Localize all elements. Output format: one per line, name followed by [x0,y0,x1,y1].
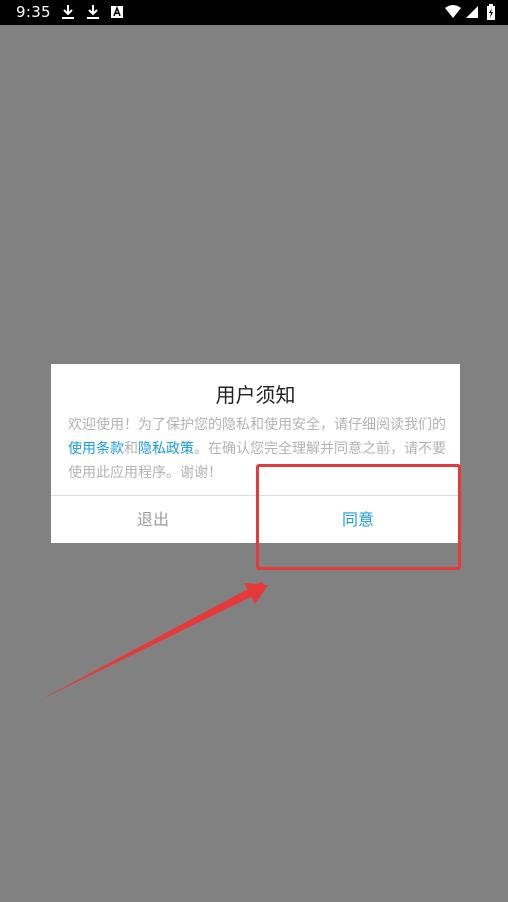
privacy-policy-link[interactable]: 隐私政策 [138,441,194,457]
exit-button[interactable]: 退出 [51,496,255,543]
wifi-icon [445,5,461,18]
battery-icon [487,4,495,20]
status-time: 9:35 [16,3,51,21]
font-a-icon [111,5,123,18]
message-text: 欢迎使用！为了保护您的隐私和使用安全，请仔细阅读我们的 [68,417,446,433]
download-icon [87,5,99,19]
status-bar: 9:35 [0,0,508,25]
download-icon [62,5,74,19]
highlight-box [256,464,461,570]
dialog-title: 用户须知 [215,383,296,407]
terms-of-use-link[interactable]: 使用条款 [68,441,124,457]
message-text: 和 [124,441,138,457]
signal-icon [466,6,478,18]
